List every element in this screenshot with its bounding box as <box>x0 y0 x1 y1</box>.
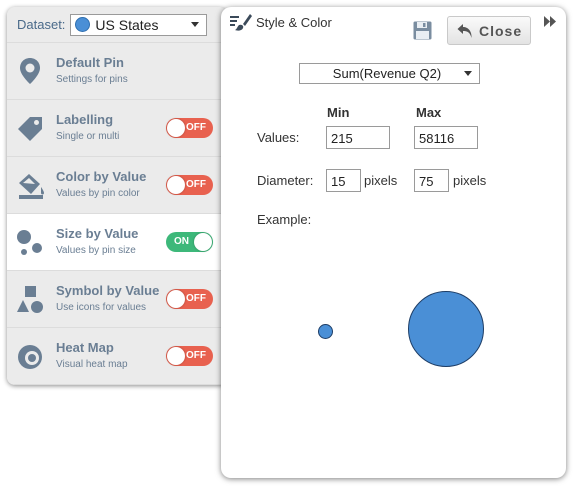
menu-item-heat-map[interactable]: Heat Map Visual heat map OFF <box>7 328 227 385</box>
dataset-bar: Dataset: US States <box>7 7 227 43</box>
menu-item-subtitle: Single or multi <box>56 131 120 142</box>
shapes-icon <box>17 286 43 313</box>
color-by-value-toggle[interactable]: OFF <box>166 175 213 195</box>
toggle-state: OFF <box>186 293 206 304</box>
panel-title: Style & Color <box>256 15 332 30</box>
paintbrush-icon <box>230 14 252 31</box>
menu-item-size-by-value[interactable]: Size by Value Values by pin size ON <box>7 214 227 271</box>
paint-bucket-icon <box>19 174 44 199</box>
menu-item-subtitle: Values by pin color <box>56 188 140 199</box>
undo-arrow-icon <box>457 23 472 38</box>
labelling-toggle[interactable]: OFF <box>166 118 213 138</box>
example-max-bubble <box>408 291 484 367</box>
min-column-header: Min <box>327 105 350 120</box>
max-diameter-field[interactable]: 75 <box>414 169 449 192</box>
toggle-knob <box>167 119 185 137</box>
toggle-state: OFF <box>186 122 206 133</box>
menu-item-title: Color by Value <box>56 169 147 184</box>
dataset-label: Dataset: <box>17 17 66 32</box>
menu-item-title: Symbol by Value <box>56 283 160 298</box>
toggle-state: OFF <box>186 179 206 190</box>
map-pin-icon <box>20 58 40 84</box>
menu-item-default-pin[interactable]: Default Pin Settings for pins <box>7 43 227 100</box>
menu-item-subtitle: Values by pin size <box>56 245 136 256</box>
circles-size-icon <box>17 230 42 255</box>
menu-item-subtitle: Settings for pins <box>56 74 128 85</box>
values-label: Values: <box>257 130 300 145</box>
chevron-down-icon <box>191 22 200 27</box>
menu-item-subtitle: Visual heat map <box>56 359 128 370</box>
max-diameter-unit: pixels <box>453 173 487 188</box>
chevron-down-icon <box>464 71 472 76</box>
menu-item-labelling[interactable]: Labelling Single or multi OFF <box>7 100 227 157</box>
save-icon[interactable] <box>413 21 432 40</box>
menu-item-symbol-by-value[interactable]: Symbol by Value Use icons for values OFF <box>7 271 227 328</box>
example-min-bubble <box>318 324 333 339</box>
min-diameter-field[interactable]: 15 <box>326 169 361 192</box>
toggle-state: ON <box>174 236 189 247</box>
metric-value: Sum(Revenue Q2) <box>332 66 442 81</box>
tag-icon <box>18 117 42 141</box>
style-color-panel: Style & Color Close Sum(Revenue Q2) Min … <box>221 7 566 478</box>
toggle-knob <box>167 290 185 308</box>
min-diameter-unit: pixels <box>364 173 398 188</box>
min-value-field[interactable]: 215 <box>326 126 390 149</box>
menu-item-title: Heat Map <box>56 340 114 355</box>
menu-item-title: Labelling <box>56 112 114 127</box>
max-column-header: Max <box>416 105 442 120</box>
heatmap-icon <box>18 345 42 369</box>
menu-item-title: Default Pin <box>56 55 124 70</box>
size-by-value-toggle[interactable]: ON <box>166 232 213 252</box>
heat-map-toggle[interactable]: OFF <box>166 346 213 366</box>
menu-item-color-by-value[interactable]: Color by Value Values by pin color OFF <box>7 157 227 214</box>
symbol-by-value-toggle[interactable]: OFF <box>166 289 213 309</box>
example-label: Example: <box>257 212 312 227</box>
dataset-select[interactable]: US States <box>70 13 208 36</box>
close-button[interactable]: Close <box>447 16 531 45</box>
menu-item-title: Size by Value <box>56 226 139 241</box>
dataset-value: US States <box>95 16 159 33</box>
toggle-state: OFF <box>186 350 206 361</box>
menu-item-subtitle: Use icons for values <box>56 302 147 313</box>
diameter-label: Diameter: <box>257 173 314 188</box>
double-chevron-right-icon[interactable] <box>544 16 557 27</box>
close-button-label: Close <box>479 22 523 39</box>
dataset-color-dot <box>75 17 91 32</box>
toggle-knob <box>194 233 212 251</box>
max-value-field[interactable]: 58116 <box>414 126 478 149</box>
layer-settings-sidebar: Dataset: US States Default Pin Settings … <box>7 7 227 385</box>
metric-select[interactable]: Sum(Revenue Q2) <box>299 63 480 84</box>
toggle-knob <box>167 347 185 365</box>
toggle-knob <box>167 176 185 194</box>
